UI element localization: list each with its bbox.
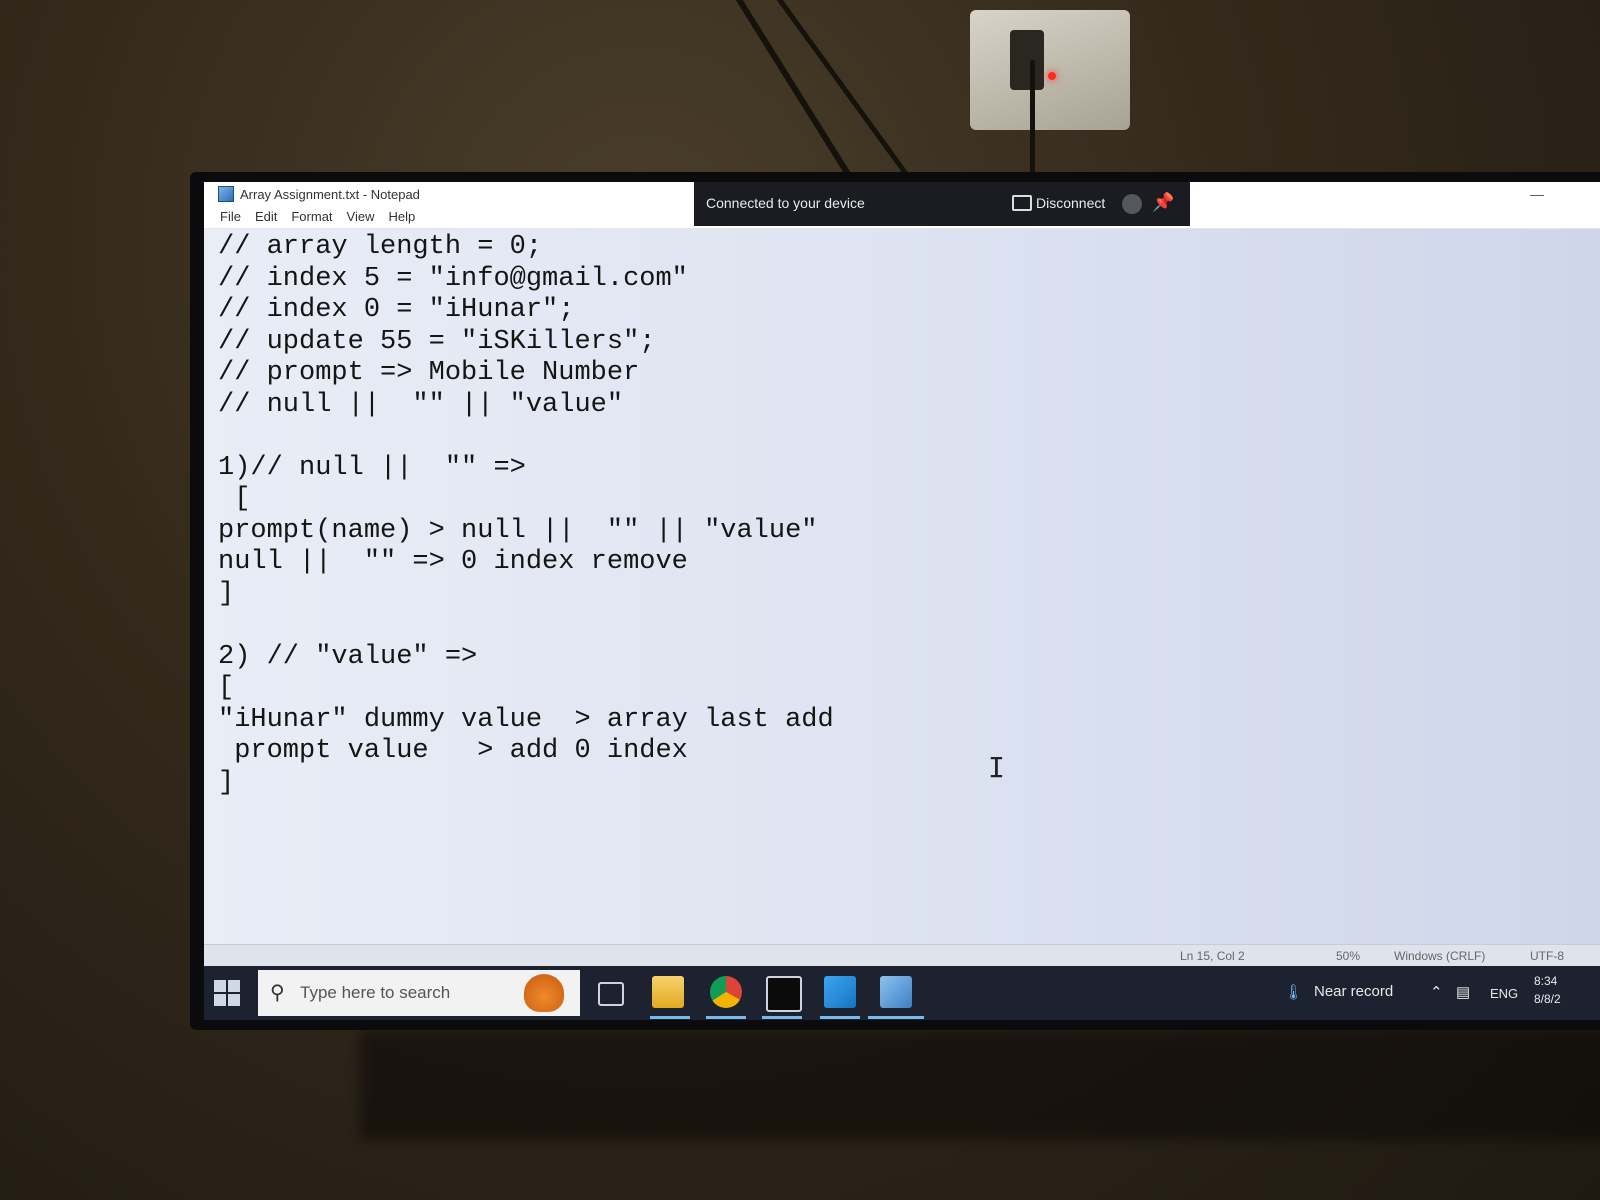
file-explorer-icon[interactable] bbox=[652, 976, 684, 1008]
screen: Array Assignment.txt - Notepad — File Ed… bbox=[204, 182, 1600, 1020]
language-indicator[interactable]: ENG bbox=[1490, 986, 1518, 1001]
disconnect-icon bbox=[1012, 195, 1032, 211]
window-title: Array Assignment.txt - Notepad bbox=[240, 186, 420, 202]
text-editor[interactable]: // array length = 0; // index 5 = "info@… bbox=[218, 232, 1578, 912]
terminal-icon[interactable] bbox=[766, 976, 802, 1012]
wall-socket bbox=[970, 10, 1130, 130]
minimize-button[interactable]: — bbox=[1530, 186, 1544, 202]
remote-connection-bar: Connected to your device Disconnect 📌 bbox=[694, 182, 1190, 226]
task-view-icon[interactable] bbox=[598, 982, 624, 1006]
editor-line: // index 5 = "info@gmail.com" bbox=[218, 263, 688, 294]
disconnect-button[interactable]: Disconnect bbox=[1012, 195, 1105, 211]
record-icon[interactable] bbox=[1122, 194, 1142, 214]
notepad-icon[interactable] bbox=[880, 976, 912, 1008]
windows-start-icon[interactable] bbox=[214, 980, 240, 1006]
clock-date[interactable]: 8/8/2 bbox=[1534, 992, 1561, 1006]
encoding: UTF-8 bbox=[1530, 949, 1564, 963]
taskbar: ⚲ Type here to search 🌡 Near record ⌃ ▤ … bbox=[204, 966, 1600, 1020]
running-indicator bbox=[650, 1016, 690, 1019]
socket-hole bbox=[1010, 30, 1044, 90]
line-ending: Windows (CRLF) bbox=[1394, 949, 1486, 963]
editor-line: null || "" => 0 index remove bbox=[218, 547, 688, 577]
running-indicator bbox=[762, 1016, 802, 1019]
running-indicator bbox=[868, 1016, 924, 1019]
editor-line: // update 55 = "iSKillers"; bbox=[218, 326, 656, 357]
menu-edit[interactable]: Edit bbox=[255, 209, 277, 224]
vscode-icon[interactable] bbox=[824, 976, 856, 1008]
editor-line: ] bbox=[218, 767, 235, 798]
chevron-up-icon[interactable]: ⌃ bbox=[1430, 983, 1443, 1001]
socket-cable bbox=[1030, 60, 1035, 190]
editor-line: prompt(name) > null || "" || "value" bbox=[218, 515, 818, 546]
cat-illustration-icon bbox=[524, 974, 564, 1012]
editor-line: // null || "" || "value" bbox=[218, 389, 624, 420]
status-bar: Ln 15, Col 2 50% Windows (CRLF) UTF-8 bbox=[204, 944, 1600, 967]
connection-status: Connected to your device bbox=[706, 195, 865, 211]
chrome-icon[interactable] bbox=[710, 976, 742, 1008]
search-placeholder: Type here to search bbox=[300, 983, 451, 1002]
cursor-position: Ln 15, Col 2 bbox=[1180, 949, 1245, 963]
clock-time[interactable]: 8:34 bbox=[1534, 974, 1557, 988]
wall-cable bbox=[730, 0, 858, 187]
editor-line: ] bbox=[218, 578, 235, 609]
running-indicator bbox=[820, 1016, 860, 1019]
editor-line: // index 0 = "iHunar"; bbox=[218, 295, 575, 325]
menu-help[interactable]: Help bbox=[388, 209, 415, 224]
menu-view[interactable]: View bbox=[347, 209, 375, 224]
editor-line: [ bbox=[218, 673, 235, 703]
editor-line: // prompt => Mobile Number bbox=[218, 358, 640, 388]
menu-format[interactable]: Format bbox=[291, 209, 332, 224]
editor-line: [ bbox=[218, 484, 251, 514]
network-icon[interactable]: ▤ bbox=[1456, 983, 1470, 1001]
tv-shadow bbox=[360, 1030, 1600, 1140]
disconnect-label: Disconnect bbox=[1036, 195, 1106, 211]
zoom-level: 50% bbox=[1336, 949, 1361, 963]
ibeam-cursor-icon: I bbox=[988, 751, 1005, 784]
magnifier-icon: ⚲ bbox=[270, 982, 285, 1004]
editor-line: 1)// null || "" => bbox=[218, 452, 526, 483]
pin-icon[interactable]: 📌 bbox=[1152, 192, 1174, 213]
editor-line: // array length = 0; bbox=[218, 232, 543, 262]
weather-text[interactable]: Near record bbox=[1314, 983, 1393, 1000]
socket-led bbox=[1048, 72, 1056, 80]
editor-line: 2) // "value" => bbox=[218, 641, 478, 672]
running-indicator bbox=[706, 1016, 746, 1019]
editor-line: prompt value > add 0 index bbox=[218, 736, 688, 766]
editor-line: "iHunar" dummy value > array last add bbox=[218, 704, 834, 735]
taskbar-search[interactable]: ⚲ Type here to search bbox=[258, 970, 580, 1016]
notepad-icon bbox=[218, 186, 234, 202]
weather-icon[interactable]: 🌡 bbox=[1284, 983, 1303, 1001]
menu-file[interactable]: File bbox=[220, 209, 241, 224]
